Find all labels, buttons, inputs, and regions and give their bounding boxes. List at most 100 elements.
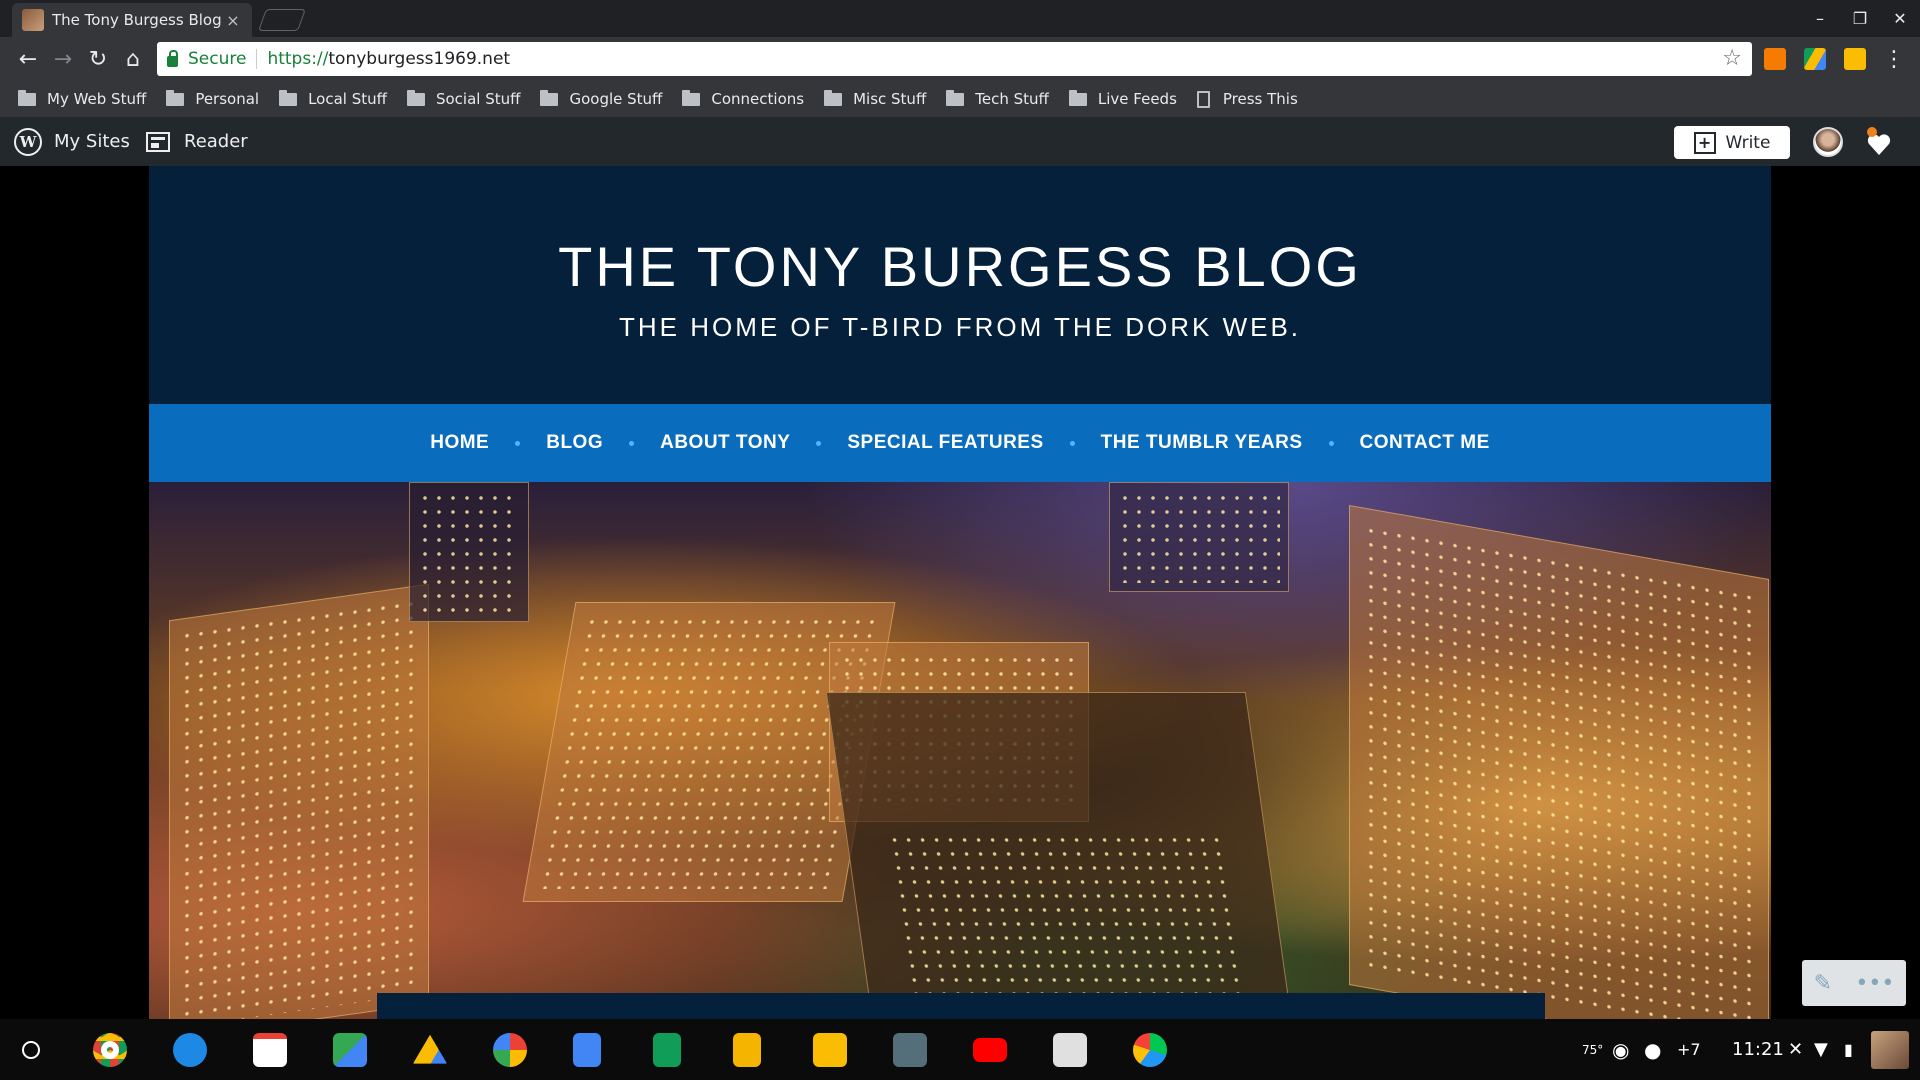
maps-icon[interactable] [333, 1033, 367, 1067]
folder-icon [1068, 89, 1087, 106]
home-icon[interactable]: ⌂ [117, 43, 149, 75]
tray-temperature[interactable]: 75° [1582, 1019, 1603, 1080]
nav-separator [1328, 440, 1334, 446]
folder-icon [682, 89, 701, 106]
lock-icon [167, 49, 178, 67]
browser-tab[interactable]: The Tony Burgess Blog – × [12, 3, 252, 37]
new-post-icon: + [1693, 131, 1716, 154]
bookmark-star-icon[interactable]: ☆ [1722, 46, 1742, 71]
bookmark-local-stuff[interactable]: Local Stuff [279, 89, 387, 108]
nav-home[interactable]: HOME [430, 432, 489, 454]
web-page: THE TONY BURGESS BLOG THE HOME OF T-BIRD… [0, 166, 1920, 1019]
bookmark-connections[interactable]: Connections [682, 89, 805, 108]
tray-notifications-count[interactable]: +7 [1677, 1019, 1701, 1080]
my-sites-button[interactable]: W My Sites [14, 117, 130, 166]
reader-button[interactable]: Reader [146, 117, 248, 166]
site-tagline: THE HOME OF T-BIRD FROM THE DORK WEB. [618, 312, 1302, 342]
chromeos-shelf: 75° ◉ ● +7 11:21 ✕ ▼ ▮ [0, 1019, 1920, 1080]
tray-clock[interactable]: 11:21 [1732, 1019, 1784, 1080]
bookmark-personal[interactable]: Personal [166, 89, 259, 108]
battery-icon[interactable]: ▮ [1844, 1019, 1853, 1080]
hero-building [169, 583, 429, 1019]
nav-separator [629, 440, 635, 446]
nav-separator [515, 440, 521, 446]
hero-city-night-image [149, 482, 1771, 1019]
folder-icon [18, 89, 36, 106]
folder-icon [946, 89, 965, 106]
write-button[interactable]: + Write [1674, 126, 1790, 159]
bookmark-label: Social Stuff [435, 90, 521, 108]
docs-icon[interactable] [573, 1033, 601, 1067]
drive-icon[interactable] [413, 1034, 447, 1064]
nav-blog[interactable]: BLOG [546, 432, 603, 454]
wifi-icon[interactable]: ▼ [1814, 1019, 1828, 1080]
reader-label: Reader [184, 131, 248, 152]
calendar-icon[interactable] [1053, 1033, 1087, 1067]
files-icon[interactable] [173, 1033, 207, 1067]
site-title[interactable]: THE TONY BURGESS BLOG [149, 234, 1771, 299]
page-icon [1196, 90, 1210, 108]
reload-icon[interactable]: ↻ [82, 43, 114, 75]
sheets-icon[interactable] [653, 1033, 681, 1067]
drive-extension-icon[interactable] [1804, 48, 1826, 70]
url-host: tonyburgess1969.net [328, 49, 511, 69]
more-options-icon[interactable]: ••• [1855, 971, 1894, 996]
gmail-icon[interactable] [253, 1033, 287, 1067]
bookmark-misc-stuff[interactable]: Misc Stuff [824, 89, 927, 108]
nav-contact-me[interactable]: CONTACT ME [1360, 432, 1490, 454]
play-store-icon[interactable] [1133, 1033, 1167, 1067]
hero-building [1109, 482, 1289, 592]
bookmark-social-stuff[interactable]: Social Stuff [406, 89, 521, 108]
tab-close-icon[interactable]: × [224, 11, 242, 30]
folder-icon [166, 89, 185, 106]
nav-separator [1069, 440, 1075, 446]
nav-special-features[interactable]: SPECIAL FEATURES [847, 432, 1043, 454]
photos-icon[interactable] [493, 1033, 527, 1067]
keep-icon[interactable] [813, 1033, 847, 1067]
keep-extension-icon[interactable] [1844, 48, 1866, 70]
chrome-icon[interactable] [93, 1033, 127, 1067]
tray-eye-icon[interactable]: ◉ [1612, 1019, 1629, 1080]
bookmark-label: Local Stuff [308, 90, 387, 108]
wordpress-admin-bar: W My Sites Reader + Write [0, 117, 1920, 166]
content-bar [377, 993, 1545, 1019]
nav-tumblr-years[interactable]: THE TUMBLR YEARS [1101, 432, 1303, 454]
launcher-icon[interactable] [22, 1041, 40, 1059]
bookmark-my-web-stuff[interactable]: My Web Stuff [18, 89, 146, 108]
mute-icon[interactable]: ✕ [1788, 1019, 1803, 1080]
new-tab-button[interactable] [257, 9, 307, 31]
omnibox-divider [256, 49, 258, 69]
bookmark-tech-stuff[interactable]: Tech Stuff [946, 89, 1049, 108]
user-avatar[interactable] [1871, 1031, 1909, 1069]
nav-separator [816, 440, 822, 446]
main-navigation: HOME BLOG ABOUT TONY SPECIAL FEATURES TH… [149, 404, 1771, 482]
write-label: Write [1725, 132, 1771, 153]
notification-badge [1867, 127, 1877, 137]
forward-icon[interactable]: → [47, 43, 79, 75]
close-window-icon[interactable]: ✕ [1880, 0, 1920, 37]
back-icon[interactable]: ← [12, 43, 44, 75]
bookmark-live-feeds[interactable]: Live Feeds [1068, 89, 1177, 108]
folder-icon [279, 89, 298, 106]
chrome-menu-icon[interactable]: ⋮ [1878, 43, 1910, 75]
bookmark-label: Connections [711, 90, 805, 108]
nav-about-tony[interactable]: ABOUT TONY [660, 432, 790, 454]
rss-extension-icon[interactable] [1764, 48, 1786, 70]
address-bar[interactable]: Secure https://tonyburgess1969.net ☆ [157, 42, 1752, 76]
tab-favicon-icon [22, 9, 44, 31]
avatar[interactable] [1813, 127, 1843, 157]
bookmark-label: Misc Stuff [853, 90, 927, 108]
folder-icon [540, 89, 559, 106]
youtube-icon[interactable] [973, 1038, 1007, 1062]
hero-building [1349, 504, 1769, 1019]
bookmark-press-this[interactable]: Press This [1196, 90, 1298, 108]
edit-pencil-icon[interactable]: ✎ [1814, 971, 1832, 996]
my-sites-label: My Sites [54, 131, 130, 152]
tray-alert-icon[interactable]: ● [1644, 1019, 1661, 1080]
minimize-icon[interactable]: – [1800, 0, 1840, 37]
folder-icon [824, 89, 843, 106]
bookmark-google-stuff[interactable]: Google Stuff [540, 89, 662, 108]
calculator-icon[interactable] [893, 1033, 927, 1067]
maximize-icon[interactable]: ❐ [1840, 0, 1880, 37]
slides-icon[interactable] [733, 1033, 761, 1067]
